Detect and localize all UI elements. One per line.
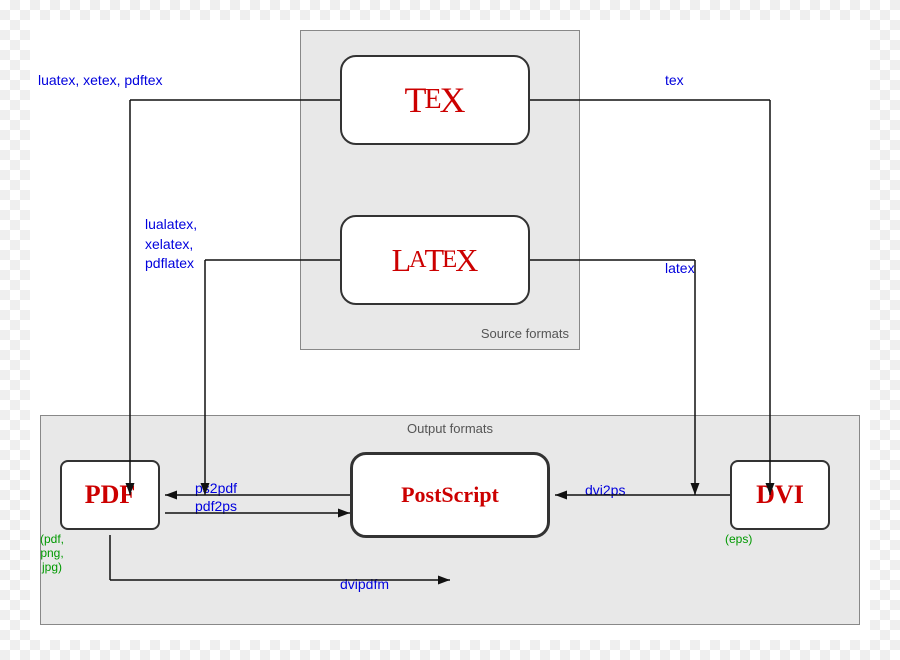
latex-label: latex [665, 260, 695, 276]
dvipdfm-label: dvipdfm [340, 576, 389, 592]
tex-logo: TEX [404, 82, 465, 118]
latex-box: LATEX [340, 215, 530, 305]
dvi-label: DVI [756, 480, 804, 510]
lualatex-label: lualatex,xelatex,pdflatex [145, 215, 197, 274]
latex-logo: LATEX [392, 244, 479, 276]
postscript-label: PostScript [401, 482, 499, 508]
pdf-label: PDF [85, 480, 136, 510]
dvi-box: DVI [730, 460, 830, 530]
luatex-label: luatex, xetex, pdftex [38, 72, 163, 88]
pdf-box: PDF [60, 460, 160, 530]
ps2pdf-label: ps2pdf [195, 480, 237, 496]
pdf2ps-label: pdf2ps [195, 498, 237, 514]
postscript-box: PostScript [350, 452, 550, 538]
source-formats-label: Source formats [481, 326, 569, 341]
main-diagram: Source formats Output formats TEX LATEX … [30, 20, 870, 640]
tex-box: TEX [340, 55, 530, 145]
pdf-formats-label: (pdf,png,jpg) [40, 532, 64, 574]
tex-label: tex [665, 72, 684, 88]
eps-label: (eps) [725, 532, 752, 546]
output-formats-label: Output formats [407, 421, 493, 436]
dvi2ps-label: dvi2ps [585, 482, 625, 498]
